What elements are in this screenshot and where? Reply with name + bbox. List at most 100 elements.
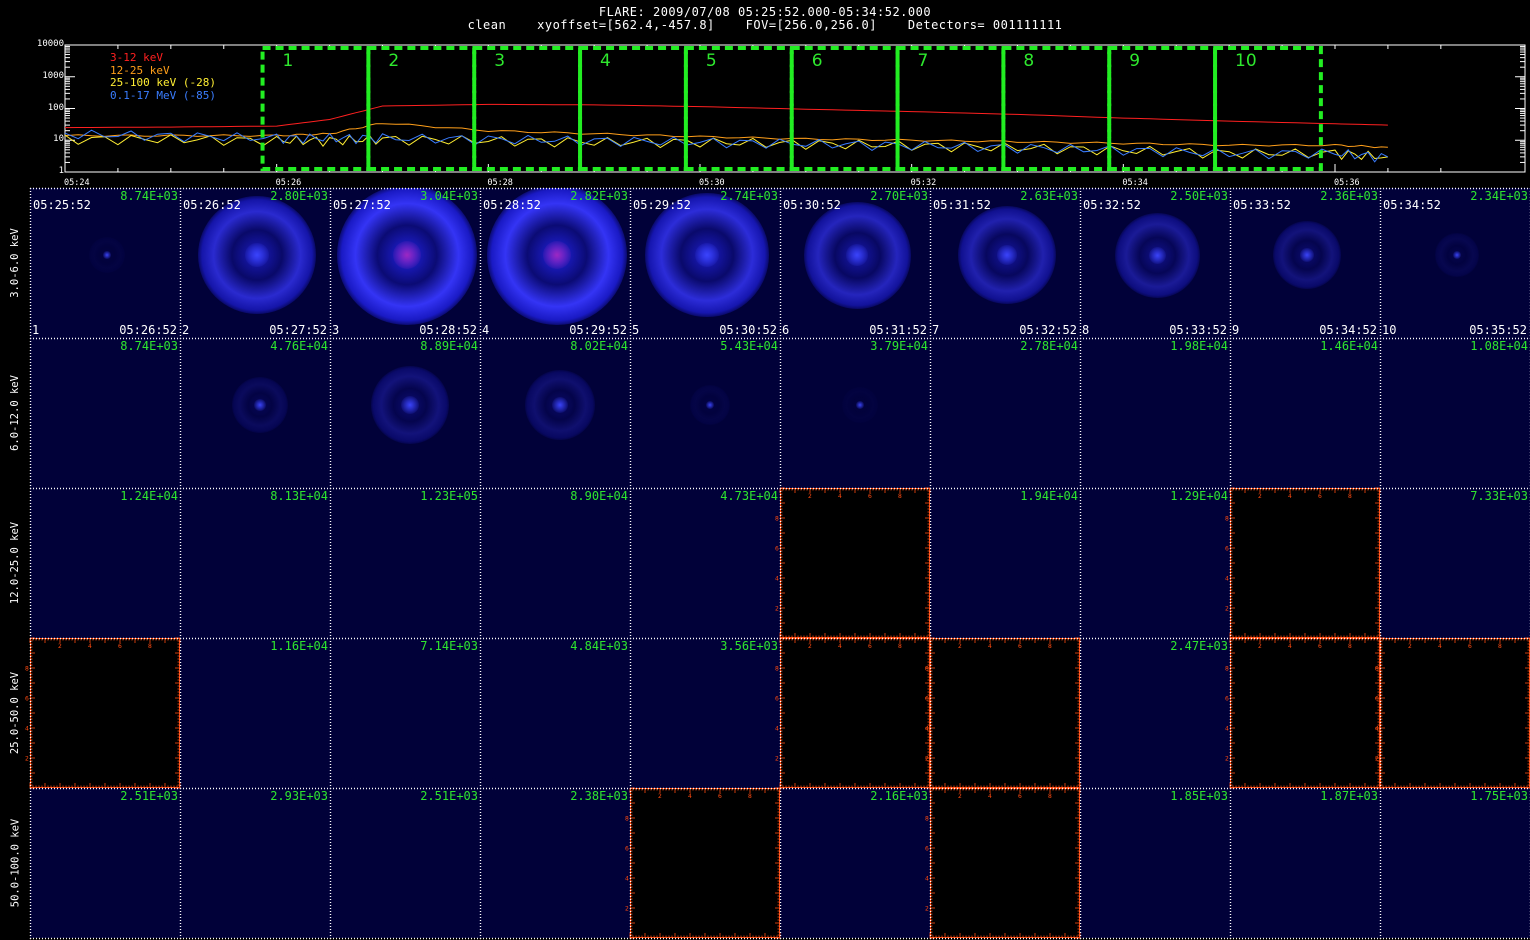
image-index: 4 — [482, 323, 490, 337]
image-index: 9 — [1232, 323, 1240, 337]
image-cell: 7.33E+03 — [1380, 488, 1530, 638]
image-cell: 1.29E+04 — [1080, 488, 1230, 638]
band-label: 25.0-50.0 keV — [0, 638, 30, 788]
image-cell: 4.84E+03 — [480, 638, 630, 788]
x-tick-label: 05:26 — [275, 178, 302, 188]
image-max-value: 2.36E+03 — [1320, 189, 1378, 203]
x-tick-label: 05:36 — [1334, 178, 1360, 188]
image-end-time: 05:27:52 — [269, 323, 327, 337]
image-index: 1 — [32, 323, 40, 337]
image-cell: 3.04E+03 05:27:52 05:28:52 3 — [330, 188, 480, 338]
empty-cell — [1230, 488, 1380, 638]
source-core — [400, 395, 420, 415]
image-cell: 2.51E+03 — [330, 788, 480, 938]
source-core — [103, 251, 111, 259]
empty-cell — [1230, 638, 1380, 788]
image-index: 10 — [1382, 323, 1397, 337]
x-tick-label: 05:24 — [64, 178, 90, 188]
image-index: 8 — [1082, 323, 1090, 337]
image-start-time: 05:29:52 — [633, 198, 691, 212]
image-end-time: 05:26:52 — [119, 323, 177, 337]
image-max-value: 5.43E+04 — [720, 339, 778, 353]
interval-number: 3 — [494, 51, 506, 71]
image-max-value: 2.51E+03 — [120, 789, 178, 803]
image-max-value: 2.93E+03 — [270, 789, 328, 803]
image-max-value: 2.63E+03 — [1020, 189, 1078, 203]
band-label-text: 50.0-100.0 keV — [9, 818, 22, 908]
empty-cell — [780, 638, 930, 788]
image-max-value: 8.74E+03 — [120, 189, 178, 203]
image-cell: 8.02E+04 — [480, 338, 630, 488]
image-max-value: 2.38E+03 — [570, 789, 628, 803]
image-max-value: 2.78E+04 — [1020, 339, 1078, 353]
legend-entry-0.1-17mev: 0.1-17 MeV (-85) — [110, 88, 216, 102]
image-start-time: 05:26:52 — [183, 198, 241, 212]
image-index: 2 — [182, 323, 190, 337]
y-tick-label: 1 — [58, 166, 64, 176]
image-cell: 8.13E+04 — [180, 488, 330, 638]
image-max-value: 1.94E+04 — [1020, 489, 1078, 503]
image-max-value: 7.14E+03 — [420, 639, 478, 653]
image-cell: 8.74E+03 — [30, 338, 180, 488]
image-start-time: 05:30:52 — [783, 198, 841, 212]
image-cell: 2.70E+03 05:30:52 05:31:52 6 — [780, 188, 930, 338]
image-start-time: 05:28:52 — [483, 198, 541, 212]
interval-box-3 — [472, 46, 583, 171]
image-cell: 7.14E+03 — [330, 638, 480, 788]
interval-number: 2 — [388, 51, 400, 71]
image-max-value: 2.82E+03 — [570, 189, 628, 203]
image-max-value: 2.50E+03 — [1170, 189, 1228, 203]
image-max-value: 3.04E+03 — [420, 189, 478, 203]
band-label-text: 25.0-50.0 keV — [9, 671, 21, 755]
source-core — [393, 241, 421, 269]
source-core — [245, 243, 269, 267]
image-max-value: 8.90E+04 — [570, 489, 628, 503]
y-tick-label: 10 — [53, 134, 64, 145]
image-max-value: 3.56E+03 — [720, 639, 778, 653]
image-cell: 2.16E+03 — [780, 788, 930, 938]
empty-cell — [1380, 638, 1530, 788]
image-cell: 1.24E+04 — [30, 488, 180, 638]
image-cell: 2.47E+03 — [1080, 638, 1230, 788]
image-cell: 2.50E+03 05:32:52 05:33:52 8 — [1080, 188, 1230, 338]
x-tick-label: 05:32 — [910, 178, 937, 188]
image-cell: 2.36E+03 05:33:52 05:34:52 9 — [1230, 188, 1380, 338]
band-label-text: 3.0-6.0 keV — [9, 228, 22, 298]
image-max-value: 1.98E+04 — [1170, 339, 1228, 353]
image-cell: 2.78E+04 — [930, 338, 1080, 488]
image-cell: 1.85E+03 — [1080, 788, 1230, 938]
image-max-value: 8.89E+04 — [420, 339, 478, 353]
image-max-value: 1.29E+04 — [1170, 489, 1228, 503]
empty-cell — [30, 638, 180, 788]
image-max-value: 2.74E+03 — [720, 189, 778, 203]
interval-box-4 — [578, 46, 688, 171]
image-max-value: 1.85E+03 — [1170, 789, 1228, 803]
band-label: 6.0-12.0 keV — [0, 338, 30, 488]
source-core — [856, 401, 864, 409]
image-cell: 4.73E+04 — [630, 488, 780, 638]
image-cell: 2.80E+03 05:26:52 05:27:52 2 — [180, 188, 330, 338]
image-end-time: 05:29:52 — [569, 323, 627, 337]
image-cell: 3.56E+03 — [630, 638, 780, 788]
x-tick-label: 05:30 — [699, 178, 725, 188]
image-cell: 2.38E+03 — [480, 788, 630, 938]
image-max-value: 3.79E+04 — [870, 339, 928, 353]
image-cell: 1.16E+04 — [180, 638, 330, 788]
interval-number: 5 — [705, 51, 717, 71]
image-start-time: 05:32:52 — [1083, 198, 1141, 212]
image-index: 3 — [332, 323, 340, 337]
y-tick-label: 1000 — [42, 70, 64, 81]
image-start-time: 05:31:52 — [933, 198, 991, 212]
interval-box-6 — [789, 46, 900, 171]
image-end-time: 05:33:52 — [1169, 323, 1227, 337]
x-tick-label: 05:28 — [487, 178, 513, 188]
image-max-value: 2.16E+03 — [870, 789, 928, 803]
image-max-value: 2.47E+03 — [1170, 639, 1228, 653]
image-index: 6 — [782, 323, 790, 337]
empty-cell — [780, 488, 930, 638]
band-label-text: 12.0-25.0 keV — [9, 521, 21, 605]
image-max-value: 1.87E+03 — [1320, 789, 1378, 803]
image-cell: 2.34E+03 05:34:52 05:35:52 10 — [1380, 188, 1530, 338]
image-max-value: 1.24E+04 — [120, 489, 178, 503]
image-max-value: 7.33E+03 — [1470, 489, 1528, 503]
